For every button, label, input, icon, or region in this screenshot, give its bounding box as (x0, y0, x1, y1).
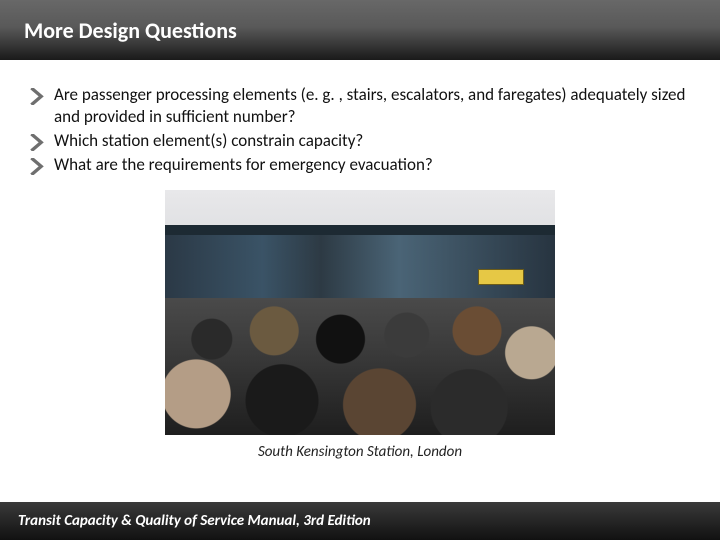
image-caption: South Kensington Station, London (30, 443, 690, 461)
chevron-right-icon (30, 134, 44, 148)
slide-title: More Design Questions (24, 17, 237, 44)
bullet-list: Are passenger processing elements (e. g.… (30, 84, 690, 176)
list-item: What are the requirements for emergency … (30, 154, 690, 176)
image-container (30, 190, 690, 435)
footer-text: Transit Capacity & Quality of Service Ma… (18, 512, 371, 530)
list-item: Which station element(s) constrain capac… (30, 130, 690, 152)
bullet-text: What are the requirements for emergency … (54, 154, 690, 176)
content-area: Are passenger processing elements (e. g.… (0, 60, 720, 461)
bullet-text: Which station element(s) constrain capac… (54, 130, 690, 152)
chevron-right-icon (30, 88, 44, 102)
list-item: Are passenger processing elements (e. g.… (30, 84, 690, 128)
title-bar: More Design Questions (0, 0, 720, 60)
bullet-text: Are passenger processing elements (e. g.… (54, 84, 690, 128)
chevron-right-icon (30, 158, 44, 172)
footer-bar: Transit Capacity & Quality of Service Ma… (0, 502, 720, 540)
station-photo (165, 190, 555, 435)
